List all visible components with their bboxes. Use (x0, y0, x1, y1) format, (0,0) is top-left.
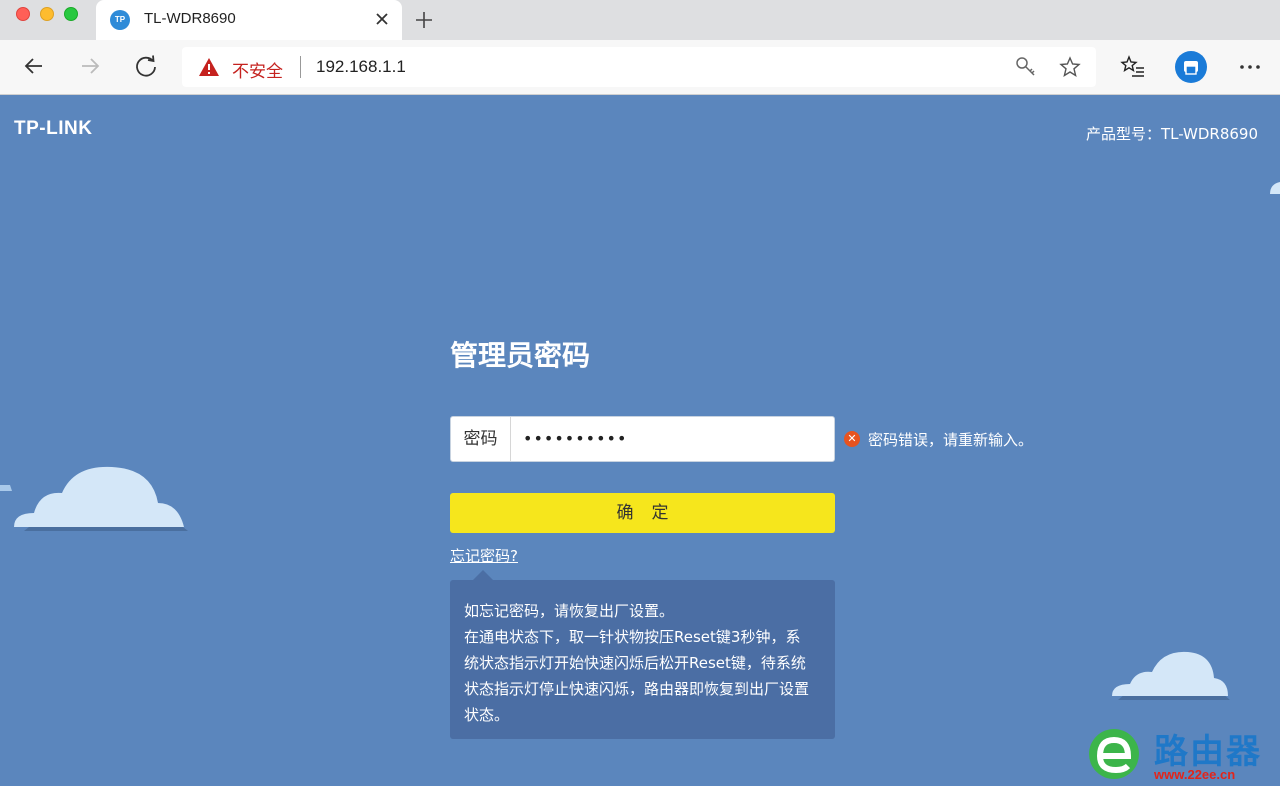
cloud-decoration-right (1112, 651, 1230, 700)
security-status[interactable]: 不安全 (232, 57, 283, 82)
tp-link-logo: TP-LINK (14, 118, 93, 139)
back-arrow-icon[interactable] (20, 52, 48, 80)
watermark-e-logo-icon (1089, 729, 1139, 779)
browser-tab[interactable]: TP TL-WDR8690 (96, 0, 402, 40)
error-message: 密码错误，请重新输入。 (868, 431, 1034, 449)
window-close-button[interactable] (16, 7, 30, 21)
address-bar[interactable]: 不安全 192.168.1.1 (182, 47, 1096, 87)
favorites-icon[interactable] (1120, 54, 1146, 80)
address-separator (300, 56, 301, 78)
watermark-text: 路由器 (1154, 732, 1262, 772)
tab-bar: TP TL-WDR8690 (0, 0, 1280, 40)
profile-avatar-icon[interactable] (1175, 51, 1207, 83)
page-title: 管理员密码 (450, 339, 591, 372)
reload-icon[interactable] (132, 52, 160, 80)
site-watermark: 路由器 www.22ee.cn (1082, 722, 1280, 786)
error-icon: ✕ (844, 431, 860, 447)
forgot-password-link[interactable]: 忘记密码? (450, 545, 518, 566)
tp-link-favicon-icon: TP (110, 10, 130, 30)
tab-title: TL-WDR8690 (144, 10, 236, 27)
printer-icon (1184, 61, 1198, 75)
cloud-decoration-top-right (1270, 182, 1280, 194)
watermark-url: www.22ee.cn (1154, 767, 1236, 782)
help-tooltip: 如忘记密码，请恢复出厂设置。 在通电状态下，取一针状物按压Reset键3秒钟，系… (450, 580, 835, 739)
new-tab-icon[interactable] (412, 8, 436, 32)
password-label: 密码 (451, 417, 511, 461)
window-maximize-button[interactable] (64, 7, 78, 21)
confirm-button[interactable]: 确定 (450, 493, 835, 533)
forward-arrow-icon[interactable] (76, 52, 104, 80)
help-line: 统状态指示灯开始快速闪烁后松开Reset键，待系统 (464, 654, 806, 672)
more-options-icon[interactable] (1237, 54, 1263, 80)
password-input[interactable]: •••••••••• (523, 417, 627, 461)
browser-toolbar: 不安全 192.168.1.1 (0, 40, 1280, 95)
product-model-label: 产品型号：TL-WDR8690 (1085, 125, 1258, 143)
url-text[interactable]: 192.168.1.1 (316, 57, 406, 77)
warning-icon (199, 58, 219, 76)
help-line: 状态。 (464, 706, 510, 724)
help-line: 如忘记密码，请恢复出厂设置。 (464, 602, 675, 620)
help-line: 状态指示灯停止快速闪烁，路由器即恢复到出厂设置 (464, 680, 810, 698)
star-icon[interactable] (1058, 55, 1082, 79)
cloud-decoration-left (0, 466, 188, 531)
password-field[interactable]: 密码 •••••••••• (450, 416, 835, 462)
key-icon[interactable] (1014, 55, 1038, 79)
window-minimize-button[interactable] (40, 7, 54, 21)
close-icon[interactable] (372, 9, 392, 29)
help-line: 在通电状态下，取一针状物按压Reset键3秒钟，系 (464, 628, 801, 646)
